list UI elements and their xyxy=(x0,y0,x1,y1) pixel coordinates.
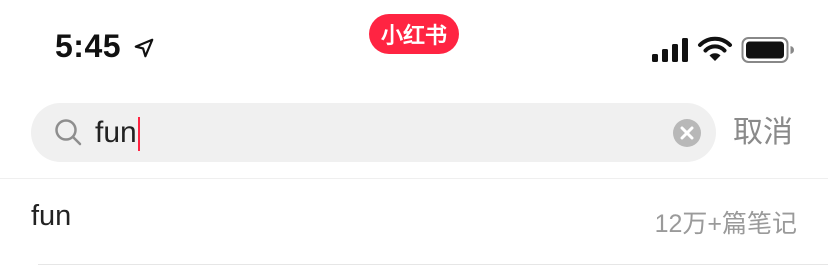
row-divider xyxy=(38,264,828,265)
text-caret xyxy=(137,117,140,152)
suggestion-term: fun xyxy=(31,200,72,232)
clear-icon[interactable] xyxy=(672,118,702,148)
search-input[interactable]: fun xyxy=(95,103,655,162)
status-bar: 5:45 小红书 xyxy=(0,0,828,92)
status-time: 5:45 xyxy=(55,28,122,64)
cancel-button[interactable]: 取消 xyxy=(733,103,793,162)
suggestion-count: 12万+篇笔记 xyxy=(654,210,797,238)
search-icon xyxy=(55,119,82,146)
header-divider xyxy=(0,178,828,179)
signal-icon xyxy=(652,38,688,62)
wifi-icon xyxy=(698,36,732,61)
search-query-text: fun xyxy=(95,116,137,149)
search-bar[interactable]: fun xyxy=(31,103,716,162)
location-arrow-icon xyxy=(134,38,154,58)
suggestion-row[interactable]: fun 12万+篇笔记 xyxy=(0,182,828,260)
battery-icon xyxy=(741,37,794,63)
app-badge: 小红书 xyxy=(369,14,459,54)
